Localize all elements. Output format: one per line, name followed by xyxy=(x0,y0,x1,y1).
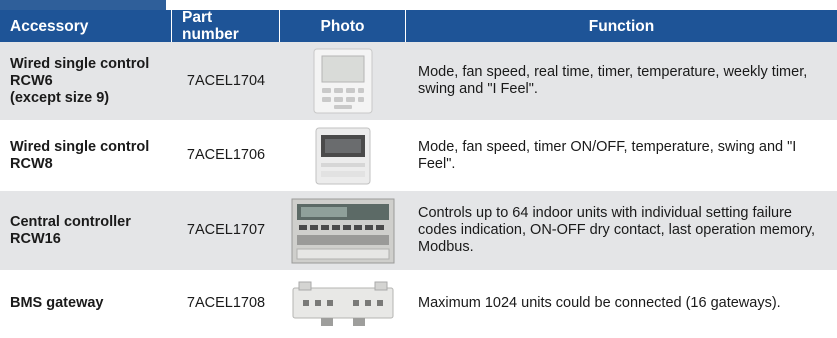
function-text: Controls up to 64 indoor units with indi… xyxy=(406,191,837,271)
part-number: 7ACEL1706 xyxy=(172,121,280,191)
header-accessory: Accessory xyxy=(0,10,172,42)
product-photo xyxy=(280,191,406,271)
central-controller-photo xyxy=(291,198,395,263)
header-function: Function xyxy=(406,10,837,42)
header-part-number: Part number xyxy=(172,9,280,43)
product-photo xyxy=(280,42,406,121)
wired-control-rcw8-photo xyxy=(315,127,371,184)
accessory-name: Central controller RCW16 xyxy=(0,191,172,271)
accessory-name: Wired single control RCW8 xyxy=(0,121,172,191)
product-photo xyxy=(280,271,406,337)
wired-control-rcw6-photo xyxy=(313,48,373,114)
function-text: Mode, fan speed, real time, timer, tempe… xyxy=(406,42,837,121)
bms-gateway-photo xyxy=(292,281,394,326)
part-number: 7ACEL1708 xyxy=(172,271,280,337)
section-tab xyxy=(0,0,166,10)
accessory-name: Wired single control RCW6 (except size 9… xyxy=(0,42,172,121)
part-number: 7ACEL1704 xyxy=(172,42,280,121)
part-number: 7ACEL1707 xyxy=(172,191,280,271)
function-text: Mode, fan speed, timer ON/OFF, temperatu… xyxy=(406,121,837,191)
accessory-name: BMS gateway xyxy=(0,271,172,337)
header-photo: Photo xyxy=(280,10,406,42)
accessories-table: Accessory Part number Photo Function Wir… xyxy=(0,9,837,337)
function-text: Maximum 1024 units could be connected (1… xyxy=(406,271,837,337)
product-photo xyxy=(280,121,406,191)
